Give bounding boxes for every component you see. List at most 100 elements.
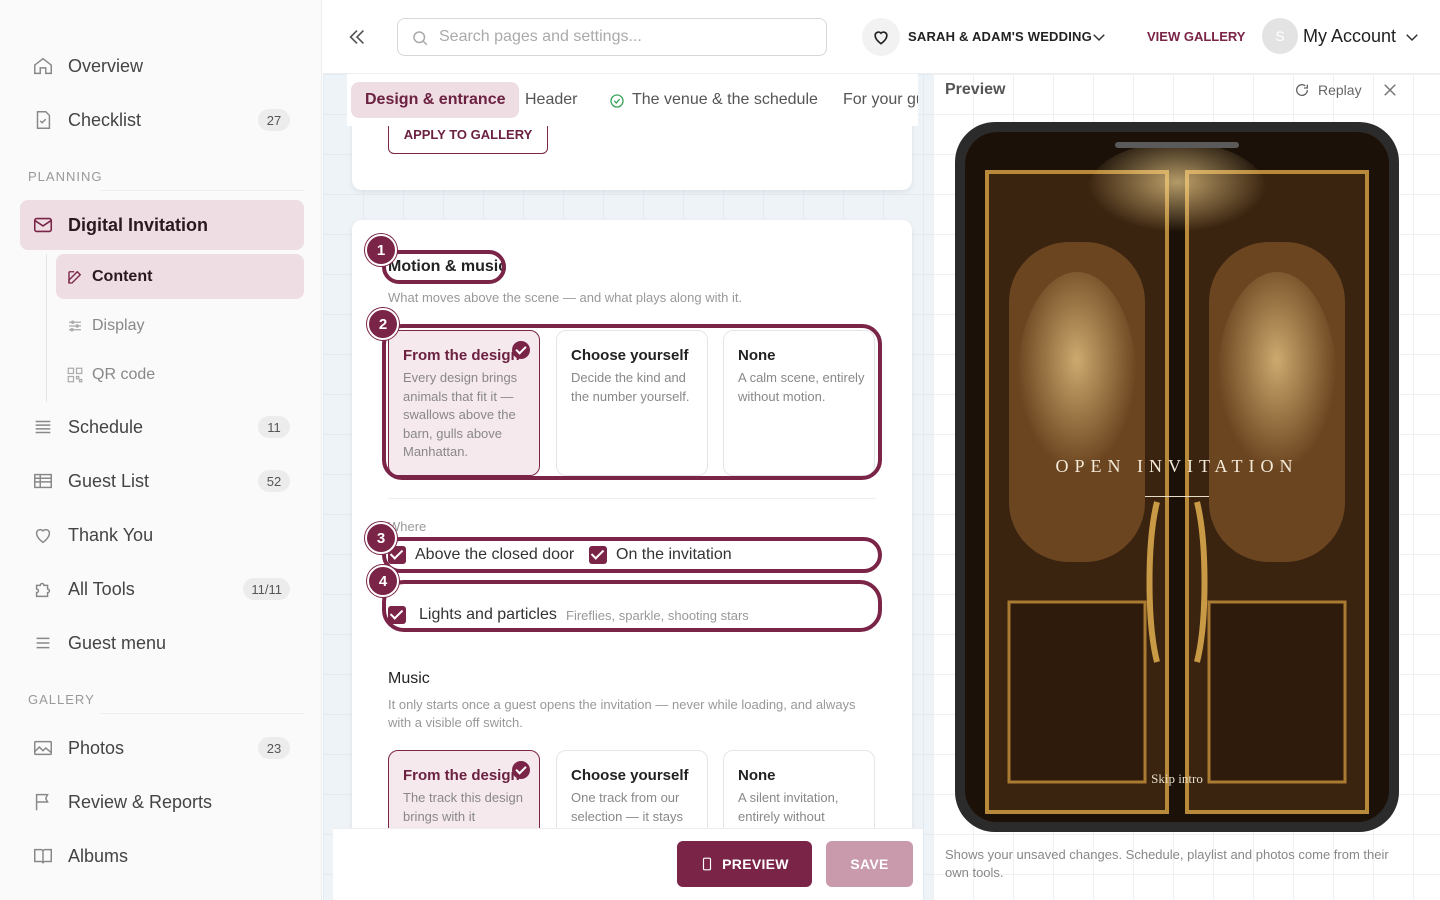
step-badge: 3 [365, 522, 397, 554]
sidebar-subitem-qr-code[interactable]: QR code [56, 352, 304, 397]
section-label-planning: PLANNING [28, 169, 103, 184]
count-badge: 11/11 [243, 578, 290, 600]
search-bar[interactable] [397, 18, 827, 56]
sliders-icon [69, 320, 81, 332]
sidebar-item-guest-list[interactable]: Guest List 52 [20, 457, 304, 505]
collapse-sidebar-icon[interactable] [346, 26, 368, 48]
view-gallery-link[interactable]: VIEW GALLERY [1147, 29, 1245, 44]
sidebar-subitem-content[interactable]: Content [56, 254, 304, 299]
wedding-selector[interactable]: SARAH & ADAM'S WEDDING [908, 29, 1092, 44]
section-desc-motion: What moves above the scene — and what pl… [388, 290, 743, 305]
close-icon[interactable] [1381, 81, 1399, 99]
sidebar-item-checklist[interactable]: Checklist 27 [20, 96, 304, 144]
image-icon [34, 740, 52, 756]
chevron-down-icon[interactable] [1090, 28, 1108, 46]
search-icon [413, 31, 428, 46]
sidebar: Overview Checklist 27 PLANNING Digital I… [0, 0, 322, 900]
count-badge: 23 [258, 737, 290, 759]
section-desc-music: It only starts once a guest opens the in… [388, 697, 856, 730]
invitation-screen[interactable]: OPEN INVITATION Skip intro [965, 132, 1389, 822]
checklist-icon [36, 111, 51, 129]
envelope-icon [33, 217, 53, 233]
step-badge: 1 [365, 234, 397, 266]
option-desc: One track from our selection — it stays [571, 790, 683, 824]
divider [1145, 496, 1209, 497]
heart-icon [874, 31, 888, 45]
qr-code-icon [67, 367, 83, 383]
option-title: From the design [403, 767, 520, 784]
chevron-down-icon[interactable] [1403, 28, 1421, 46]
preview-title: Preview [945, 81, 1006, 98]
highlight-4 [382, 580, 882, 632]
replay-icon[interactable] [1294, 82, 1310, 98]
preview-note: Shows your unsaved changes. Schedule, pl… [945, 847, 1389, 880]
option-title: Choose yourself [571, 767, 689, 784]
sidebar-item-label: Checklist [68, 109, 142, 130]
divider [100, 713, 304, 714]
search-input[interactable] [439, 28, 809, 46]
replay-button[interactable]: Replay [1318, 82, 1362, 98]
section-title-music: Music [388, 670, 430, 687]
divider [100, 190, 304, 191]
sidebar-item-photos[interactable]: Photos 23 [20, 724, 304, 772]
phone-frame: OPEN INVITATION Skip intro [955, 122, 1399, 832]
highlight-3 [382, 537, 882, 573]
sidebar-item-guest-menu[interactable]: Guest menu [20, 619, 304, 667]
edit-icon [68, 270, 82, 284]
highlight-2 [382, 324, 882, 480]
sidebar-item-review-reports[interactable]: Review & Reports [20, 778, 304, 826]
ornate-door-illustration [965, 132, 1389, 822]
sidebar-item-label: Thank You [68, 524, 154, 545]
preview-button[interactable]: PREVIEW [677, 841, 812, 887]
sidebar-item-overview[interactable]: Overview [20, 42, 304, 90]
open-invitation-text: OPEN INVITATION [1055, 456, 1299, 476]
sidebar-item-label: Guest menu [68, 632, 167, 653]
sidebar-subitem-display[interactable]: Display [56, 303, 304, 348]
skip-intro-link[interactable]: Skip intro [965, 771, 1389, 787]
home-icon [34, 57, 52, 75]
avatar[interactable]: S [1262, 18, 1298, 54]
sidebar-item-label: Review & Reports [68, 791, 213, 812]
sidebar-item-thank-you[interactable]: Thank You [20, 511, 304, 559]
sidebar-item-label: Guest List [68, 470, 150, 491]
sidebar-item-schedule[interactable]: Schedule 11 [20, 403, 304, 451]
tab-for-your-guests[interactable]: For your gu [843, 82, 918, 118]
sidebar-item-label: All Tools [68, 578, 135, 599]
tab-design-entrance[interactable]: Design & entrance [351, 82, 520, 118]
step-badge: 4 [367, 565, 399, 597]
sidebar-item-all-tools[interactable]: All Tools 11/11 [20, 565, 304, 613]
puzzle-icon [35, 582, 51, 598]
menu-icon [36, 637, 50, 649]
option-desc: A silent invitation, entirely without [738, 790, 839, 824]
count-badge: 11 [258, 416, 290, 438]
sidebar-item-label: Schedule [68, 416, 144, 437]
tab-venue-schedule[interactable]: The venue & the schedule [632, 82, 818, 118]
table-icon [34, 473, 52, 489]
preview-button-label: PREVIEW [722, 856, 789, 872]
highlight-1 [382, 250, 506, 284]
flag-icon [35, 793, 49, 811]
check-circle-icon [610, 94, 624, 108]
sidebar-item-albums[interactable]: Albums [20, 832, 304, 880]
heart-icon [35, 528, 51, 544]
wedding-avatar [862, 18, 900, 56]
sidebar-subitem-label: Display [92, 316, 145, 334]
divider [388, 498, 876, 499]
sidebar-subitem-label: QR code [92, 365, 156, 383]
sidebar-item-label: Photos [68, 737, 125, 758]
selected-check-icon [512, 761, 530, 779]
sub-nav-line [46, 254, 47, 402]
option-title: None [738, 767, 776, 784]
sidebar-item-label: Albums [68, 845, 129, 866]
section-label-gallery: GALLERY [28, 692, 95, 707]
sidebar-subitem-label: Content [92, 267, 153, 285]
sidebar-item-digital-invitation[interactable]: Digital Invitation [20, 200, 304, 250]
tab-header[interactable]: Header [525, 82, 577, 118]
sidebar-item-label: Digital Invitation [68, 214, 209, 235]
sidebar-item-label: Overview [68, 55, 144, 76]
option-desc: The track this design brings with it [403, 790, 523, 824]
account-menu[interactable]: My Account [1303, 26, 1396, 47]
save-button[interactable]: SAVE [826, 841, 913, 887]
count-badge: 52 [258, 470, 290, 492]
phone-icon [703, 857, 712, 871]
